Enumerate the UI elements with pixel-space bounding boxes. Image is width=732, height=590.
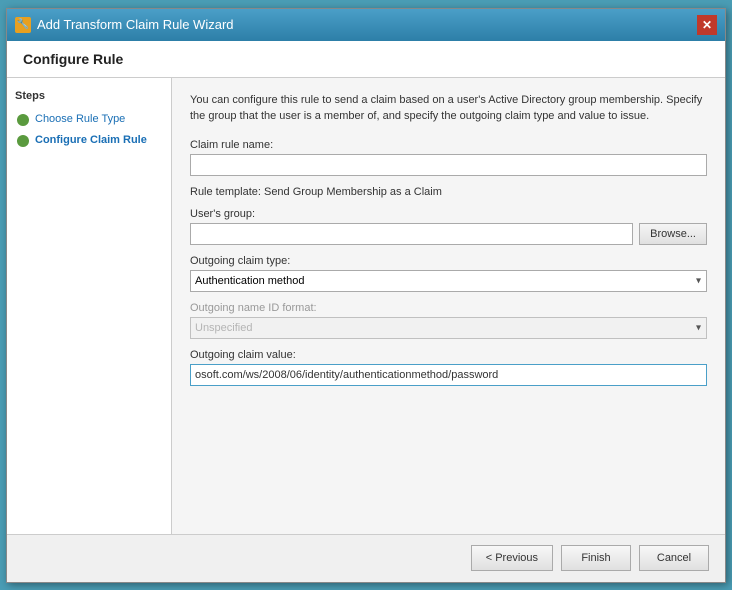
sidebar: Steps Choose Rule Type Configure Claim R… xyxy=(7,78,172,534)
sidebar-item-configure-claim-rule: Configure Claim Rule xyxy=(35,134,147,146)
window-content: Configure Rule Steps Choose Rule Type Co… xyxy=(7,41,725,582)
main-area: Steps Choose Rule Type Configure Claim R… xyxy=(7,78,725,534)
cancel-button[interactable]: Cancel xyxy=(639,545,709,571)
outgoing-name-id-label: Outgoing name ID format: xyxy=(190,302,707,314)
outgoing-name-id-group: Outgoing name ID format: Unspecified Ema… xyxy=(190,302,707,339)
footer: < Previous Finish Cancel xyxy=(7,534,725,582)
app-icon: 🔧 xyxy=(15,17,31,33)
step-configure-claim-rule: Configure Claim Rule xyxy=(15,131,163,150)
steps-label: Steps xyxy=(15,90,163,102)
step-dot-configure xyxy=(17,135,29,147)
outgoing-claim-value-input[interactable] xyxy=(190,364,707,386)
outgoing-claim-type-group: Outgoing claim type: Authentication meth… xyxy=(190,255,707,292)
outgoing-name-id-wrapper: Unspecified Email Persistent Transient W… xyxy=(190,317,707,339)
outgoing-claim-value-label: Outgoing claim value: xyxy=(190,349,707,361)
claim-rule-name-label: Claim rule name: xyxy=(190,139,707,151)
page-title: Configure Rule xyxy=(7,41,725,78)
outgoing-claim-type-wrapper: Authentication method E-Mail Address Giv… xyxy=(190,270,707,292)
outgoing-name-id-select[interactable]: Unspecified Email Persistent Transient W… xyxy=(190,317,707,339)
sidebar-item-choose-rule-type[interactable]: Choose Rule Type xyxy=(35,113,125,125)
finish-button[interactable]: Finish xyxy=(561,545,631,571)
content-area: You can configure this rule to send a cl… xyxy=(172,78,725,534)
step-choose-rule-type[interactable]: Choose Rule Type xyxy=(15,110,163,129)
previous-button[interactable]: < Previous xyxy=(471,545,553,571)
browse-button[interactable]: Browse... xyxy=(639,223,707,245)
users-group-inline: Browse... xyxy=(190,223,707,245)
claim-rule-name-group: Claim rule name: xyxy=(190,139,707,176)
users-group-label: User's group: xyxy=(190,208,707,220)
step-dot-choose xyxy=(17,114,29,126)
close-button[interactable]: ✕ xyxy=(697,15,717,35)
rule-template-text: Rule template: Send Group Membership as … xyxy=(190,186,707,198)
users-group-group: User's group: Browse... xyxy=(190,208,707,245)
outgoing-claim-type-select[interactable]: Authentication method E-Mail Address Giv… xyxy=(190,270,707,292)
title-bar-left: 🔧 Add Transform Claim Rule Wizard xyxy=(15,17,234,33)
description-text: You can configure this rule to send a cl… xyxy=(190,92,707,125)
outgoing-claim-type-label: Outgoing claim type: xyxy=(190,255,707,267)
claim-rule-name-input[interactable] xyxy=(190,154,707,176)
title-bar: 🔧 Add Transform Claim Rule Wizard ✕ xyxy=(7,9,725,41)
users-group-input[interactable] xyxy=(190,223,633,245)
window-title: Add Transform Claim Rule Wizard xyxy=(37,17,234,32)
main-window: 🔧 Add Transform Claim Rule Wizard ✕ Conf… xyxy=(6,8,726,583)
outgoing-claim-value-group: Outgoing claim value: xyxy=(190,349,707,386)
